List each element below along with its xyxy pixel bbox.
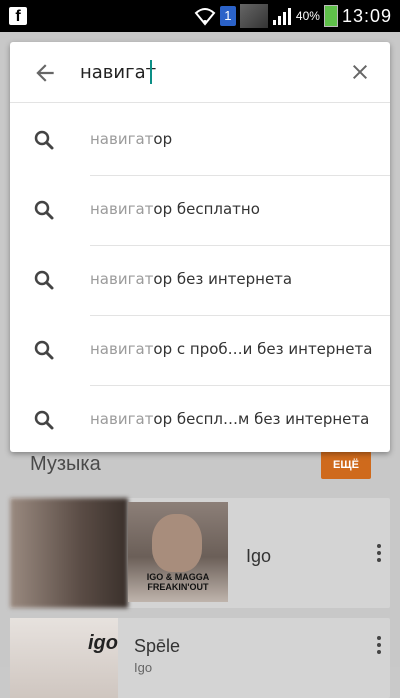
suggestion-item[interactable]: навигатор без интернета <box>10 246 390 316</box>
music-card[interactable]: IGO & MAGGA FREAKIN'OUT Igo <box>10 498 390 608</box>
signal-icon <box>272 8 291 25</box>
overflow-menu-icon[interactable] <box>376 636 382 656</box>
suggestion-text: навигатор беспл…м без интернета <box>90 410 370 428</box>
suggestion-text: навигатор с проб…и без интернета <box>90 340 373 358</box>
suggestion-text: навигатор бесплатно <box>90 200 260 218</box>
suggestion-item[interactable]: навигатор <box>10 106 390 176</box>
suggestion-item[interactable]: навигатор беспл…м без интернета <box>10 386 390 456</box>
close-icon[interactable] <box>348 60 372 84</box>
status-bar: f 1 40% 13:09 <box>0 0 400 32</box>
status-icons: 1 40% 13:09 <box>194 4 392 28</box>
sim-badge: 1 <box>219 6 236 26</box>
search-bar <box>10 42 390 103</box>
wifi-icon <box>194 8 216 26</box>
suggestion-text: навигатор <box>90 130 173 148</box>
music-card[interactable]: igo Spēle Igo <box>10 618 390 698</box>
search-panel: навигатор навигатор бесплатно навигатор … <box>10 42 390 452</box>
overflow-menu-icon[interactable] <box>376 544 382 564</box>
battery-percent: 40% <box>295 9 320 23</box>
battery-icon <box>323 5 338 27</box>
arrow-left-icon[interactable] <box>32 60 58 86</box>
search-icon <box>34 130 54 150</box>
card-title: Spēle <box>134 636 181 656</box>
card-subtitle: Igo <box>134 660 153 675</box>
card-title: Igo <box>246 546 272 566</box>
search-input[interactable] <box>80 56 340 88</box>
facebook-icon: f <box>9 7 27 25</box>
clock: 13:09 <box>341 5 392 26</box>
search-icon <box>34 270 54 290</box>
album-art-caption: IGO & MAGGA FREAKIN'OUT <box>146 572 210 592</box>
data-icon <box>239 4 268 28</box>
text-caret <box>150 60 152 84</box>
suggestion-text: навигатор без интернета <box>90 270 293 288</box>
music-section-title: Музыка <box>30 453 101 475</box>
search-icon <box>34 340 54 360</box>
suggestion-item[interactable]: навигатор с проб…и без интернета <box>10 316 390 386</box>
suggestion-item[interactable]: навигатор бесплатно <box>10 176 390 246</box>
search-icon <box>34 410 54 430</box>
search-icon <box>34 200 54 220</box>
album-art: IGO & MAGGA FREAKIN'OUT <box>128 502 228 602</box>
igo-logo: igo <box>88 632 118 654</box>
card-background-art <box>10 498 128 608</box>
album-art: igo <box>10 618 118 698</box>
